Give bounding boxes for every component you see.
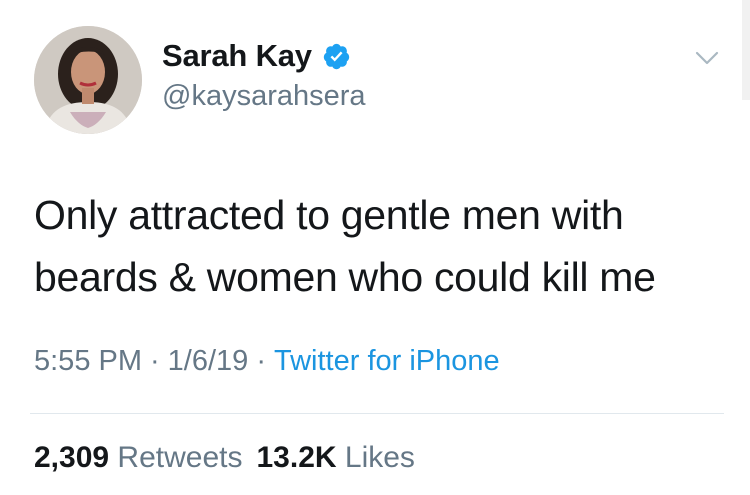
avatar-image xyxy=(34,26,142,134)
tweet-text-line: Only attracted to gentle men with xyxy=(34,192,624,238)
display-name[interactable]: Sarah Kay xyxy=(162,38,312,74)
likes-label: Likes xyxy=(344,441,415,474)
tweet-text-line: beards & women who could kill me xyxy=(34,254,656,300)
tweet-card: Sarah Kay @kaysarahsera Only attracted t… xyxy=(0,0,750,495)
divider xyxy=(30,413,724,414)
retweets-count: 2,309 xyxy=(34,441,110,474)
tweet-source-link[interactable]: Twitter for iPhone xyxy=(274,345,500,377)
tweet-text: Only attracted to gentle men with beards… xyxy=(34,184,724,308)
name-row: Sarah Kay xyxy=(162,38,351,74)
likes-stat[interactable]: 13.2K Likes xyxy=(256,441,414,474)
meta-separator: · xyxy=(150,345,160,377)
likes-count: 13.2K xyxy=(256,441,337,474)
scrollbar[interactable] xyxy=(742,0,750,100)
retweets-stat[interactable]: 2,309 Retweets xyxy=(34,441,242,474)
verified-badge-icon xyxy=(322,42,351,71)
tweet-date[interactable]: 1/6/19 xyxy=(168,345,249,377)
retweets-label: Retweets xyxy=(117,441,243,474)
meta-separator: · xyxy=(256,345,266,377)
tweet-stats: 2,309 Retweets 13.2K Likes xyxy=(34,441,415,475)
user-handle[interactable]: @kaysarahsera xyxy=(162,80,366,113)
chevron-down-icon[interactable] xyxy=(694,48,720,68)
tweet-meta: 5:55 PM · 1/6/19 · Twitter for iPhone xyxy=(34,345,500,378)
avatar[interactable] xyxy=(34,26,142,134)
tweet-time[interactable]: 5:55 PM xyxy=(34,345,142,377)
